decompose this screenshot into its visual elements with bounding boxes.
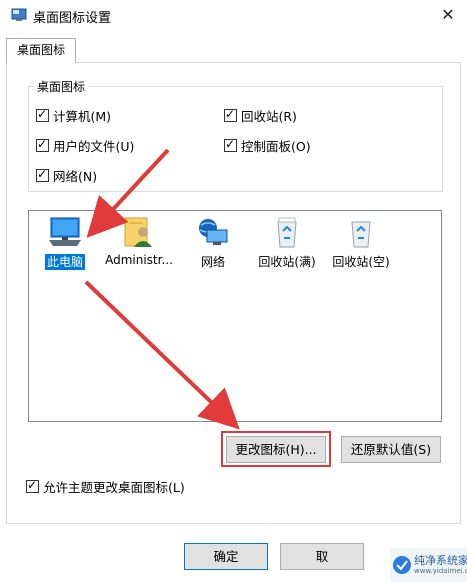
watermark-url: www.yidaimei.com (414, 567, 467, 575)
watermark-logo-icon (393, 556, 411, 574)
annotation-arrows (84, 148, 240, 430)
arrow-to-change-icon (84, 280, 240, 430)
arrow-to-this-pc (86, 148, 170, 238)
watermark-text: 纯净系统家园 (414, 554, 467, 567)
tab-desktop-icons[interactable]: 桌面图标 (6, 38, 76, 63)
watermark: 纯净系统家园 www.yidaimei.com (390, 548, 467, 582)
